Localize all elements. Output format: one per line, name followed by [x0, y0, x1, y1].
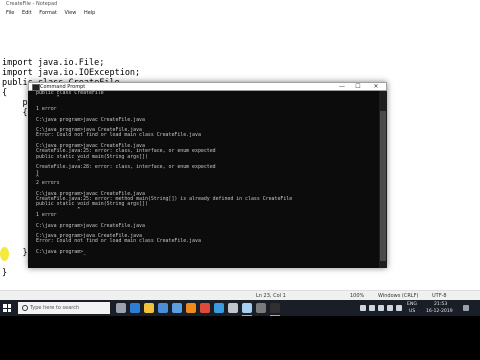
volume-icon[interactable]: [387, 305, 393, 311]
task-view-icon[interactable]: [116, 303, 126, 313]
menu-edit[interactable]: Edit: [22, 9, 32, 18]
notepad-icon[interactable]: [242, 303, 252, 316]
mail-icon[interactable]: [172, 303, 182, 313]
taskbar-search-box[interactable]: Type here to search: [18, 302, 110, 314]
region-label[interactable]: US: [409, 309, 415, 314]
clock-time[interactable]: 21:53: [434, 302, 447, 307]
photos-icon[interactable]: [214, 303, 224, 313]
code-line: import java.io.IOException;: [2, 68, 141, 78]
vlc-icon[interactable]: [186, 303, 196, 313]
command-prompt-window[interactable]: Command Prompt — ☐ ✕ public class Create…: [28, 82, 387, 268]
app-icon[interactable]: [256, 303, 266, 313]
cmd-output-line: C:\java program>_: [36, 249, 87, 255]
edge-icon[interactable]: [130, 303, 140, 313]
menu-help[interactable]: Help: [84, 9, 95, 18]
minimize-button[interactable]: —: [335, 83, 349, 91]
cmd-output-line: Error: Could not find or load main class…: [36, 132, 201, 139]
code-line: }: [2, 268, 8, 278]
search-placeholder: Type here to search: [30, 305, 80, 311]
letterbox-bottom: [0, 316, 480, 360]
clock-date[interactable]: 16-12-2019: [426, 309, 453, 314]
notepad-title: CreateFile - Notepad: [6, 1, 58, 7]
network-icon[interactable]: [378, 305, 384, 311]
cmd-output-line: 1 error: [36, 211, 57, 218]
cmd-output-line: 2 errors: [36, 180, 60, 187]
cmd-icon[interactable]: [270, 303, 280, 316]
menu-view[interactable]: View: [64, 9, 76, 18]
notification-icon[interactable]: [463, 305, 469, 311]
cmd-output[interactable]: public class CreateFile ^ 1 error C:\java …: [28, 91, 379, 268]
cmd-output-line: Error: Could not find or load main class…: [36, 238, 201, 245]
cmd-output-line: 1 error: [36, 105, 57, 112]
cmd-output-line: C:\java program>javac CreateFile.java: [36, 116, 145, 123]
file-explorer-icon[interactable]: [144, 303, 154, 313]
language-label[interactable]: ENG: [407, 302, 417, 307]
store-icon[interactable]: [158, 303, 168, 313]
desktop-screen: CreateFile - Notepad File Edit Format Vi…: [0, 0, 480, 316]
windows-start-icon[interactable]: [3, 304, 11, 312]
battery-icon[interactable]: [396, 305, 402, 311]
search-icon: [22, 305, 28, 311]
chrome-icon[interactable]: [200, 303, 210, 313]
maximize-button[interactable]: ☐: [351, 83, 365, 91]
cmd-output-line: ^: [36, 95, 60, 102]
menu-file[interactable]: File: [6, 9, 14, 18]
settings-icon[interactable]: [228, 303, 238, 313]
cmd-scrollbar[interactable]: [379, 91, 387, 268]
cmd-output-line: CreateFile.java:28: error: class, interf…: [36, 164, 216, 171]
mouse-highlight: [0, 247, 9, 261]
notepad-titlebar: CreateFile - Notepad: [0, 0, 480, 9]
menu-format[interactable]: Format: [39, 9, 57, 18]
tray-chevron-icon[interactable]: [369, 305, 375, 311]
taskbar: Type here to search ENG US 21:53 16-12-2…: [0, 300, 480, 316]
cmd-output-line: C:\java program>javac CreateFile.java: [36, 222, 145, 229]
code-line: {: [2, 108, 28, 118]
code-line: {: [2, 88, 8, 98]
code-line: import java.io.File;: [2, 58, 105, 68]
notepad-menubar: File Edit Format View Help: [0, 9, 480, 18]
close-button[interactable]: ✕: [369, 83, 383, 91]
tray-people-icon[interactable]: [360, 305, 366, 311]
cmd-scroll-thumb[interactable]: [380, 111, 386, 261]
